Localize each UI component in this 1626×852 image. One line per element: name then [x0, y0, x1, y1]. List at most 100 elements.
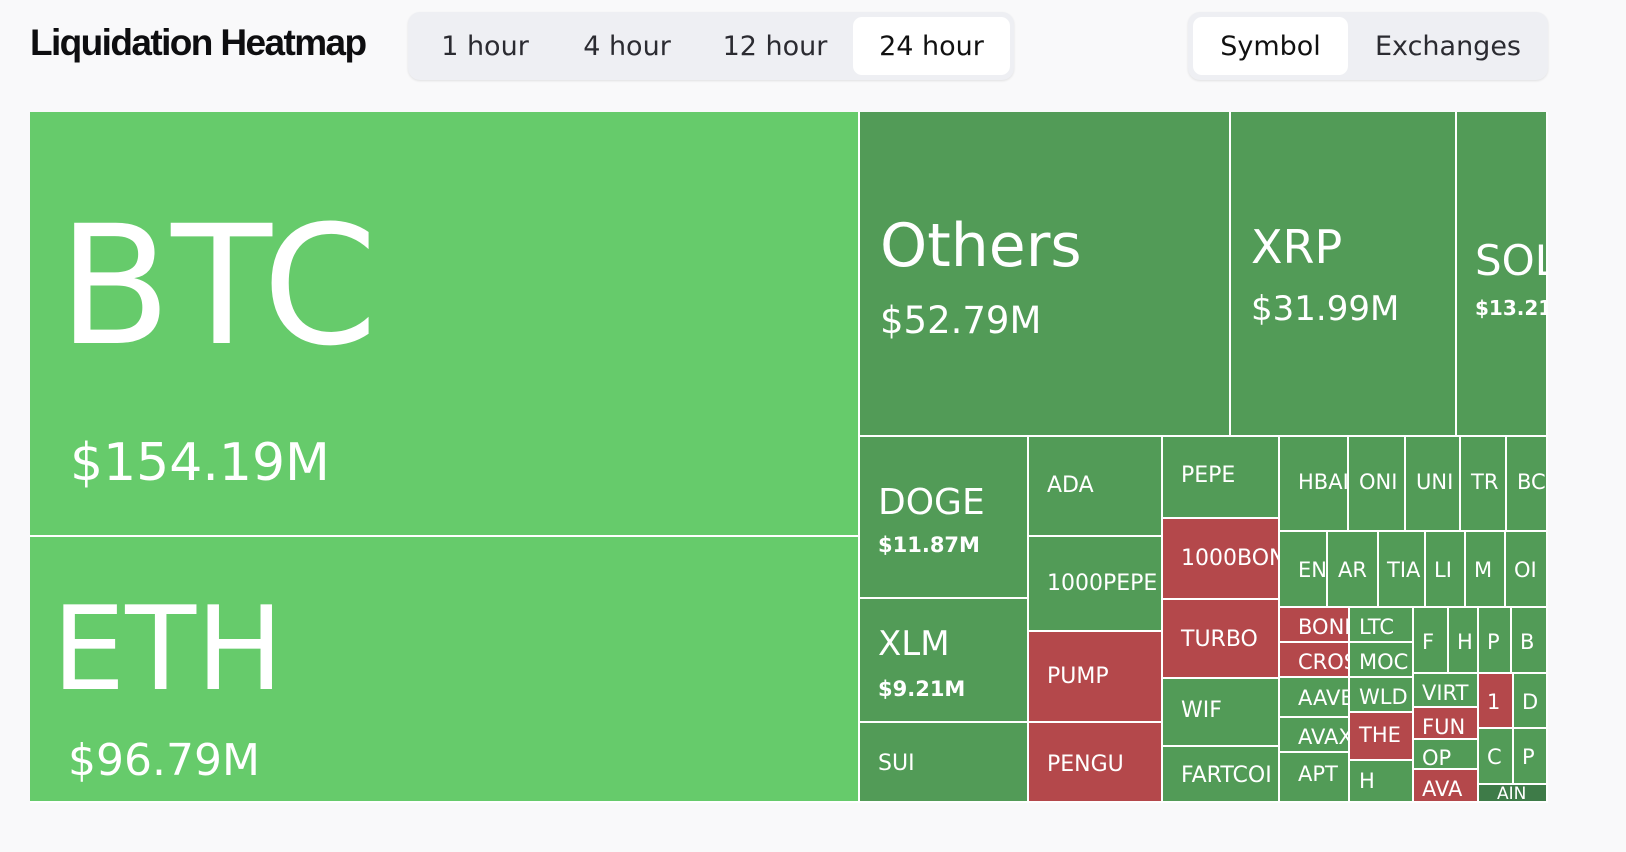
tile-symbol: FUN: [1422, 715, 1466, 739]
tile-symbol: C: [1487, 745, 1502, 769]
tile-symbol: CROS: [1298, 650, 1348, 674]
tile-symbol: VIRT: [1422, 681, 1469, 705]
tile-symbol: AVA: [1422, 777, 1463, 801]
heatmap-tile-ada[interactable]: ADA: [1029, 437, 1163, 537]
heatmap-tile-d[interactable]: D: [1514, 674, 1548, 729]
heatmap-tile-op[interactable]: OP: [1414, 740, 1479, 770]
tile-symbol: TIA: [1387, 558, 1421, 582]
tile-symbol: 1000PEPE: [1047, 571, 1158, 596]
heatmap-tile-f[interactable]: F: [1414, 608, 1449, 674]
heatmap-tile-pepe[interactable]: PEPE: [1163, 437, 1280, 519]
tile-value: $31.99M: [1251, 289, 1400, 329]
heatmap-tile-1[interactable]: 1: [1479, 674, 1514, 729]
heatmap-tile-b[interactable]: B: [1512, 608, 1548, 674]
heatmap-tile-the[interactable]: THE: [1350, 713, 1414, 761]
heatmap-tile-1000bon[interactable]: 1000BON: [1163, 519, 1280, 600]
heatmap-tile-li[interactable]: LI: [1426, 532, 1466, 608]
heatmap-tile-xlm[interactable]: XLM $9.21M: [860, 599, 1029, 723]
tab-1-hour[interactable]: 1 hour: [426, 17, 544, 75]
heatmap-tile-btc[interactable]: BTC $154.19M: [30, 112, 860, 537]
tile-symbol: AIN: [1497, 785, 1527, 803]
tile-symbol: LTC: [1359, 615, 1395, 639]
tab-24-hour[interactable]: 24 hour: [853, 17, 1010, 75]
time-range-selector: 1 hour 4 hour 12 hour 24 hour: [408, 12, 1014, 80]
tile-symbol: AR: [1338, 558, 1367, 582]
heatmap-tile-doge[interactable]: DOGE $11.87M: [860, 437, 1029, 599]
tile-symbol: BONI: [1298, 615, 1350, 639]
tile-symbol: TR: [1471, 470, 1499, 494]
tile-value: $11.87M: [878, 533, 980, 557]
heatmap-tile-avax[interactable]: AVAX: [1280, 718, 1350, 753]
heatmap-tile-h[interactable]: H: [1350, 761, 1414, 803]
view-selector: Symbol Exchanges: [1188, 12, 1548, 80]
heatmap-tile-ltc[interactable]: LTC: [1350, 608, 1414, 643]
heatmap-tile-turbo[interactable]: TURBO: [1163, 600, 1280, 679]
tile-symbol: 1000BON: [1181, 546, 1280, 571]
heatmap-tile-ava[interactable]: AVA: [1414, 770, 1479, 803]
heatmap-tile-xrp[interactable]: XRP $31.99M: [1231, 112, 1457, 437]
tile-symbol: AAVE: [1298, 686, 1350, 710]
tile-symbol: 1: [1487, 690, 1501, 714]
heatmap-tile-apt[interactable]: APT: [1280, 753, 1350, 803]
tile-symbol: H: [1359, 769, 1375, 793]
tile-symbol: M: [1474, 558, 1493, 582]
page-title: Liquidation Heatmap: [30, 22, 367, 63]
heatmap-tile-fartcoi[interactable]: FARTCOI: [1163, 747, 1280, 803]
tile-value: $13.21: [1475, 296, 1548, 320]
tile-symbol: PENGU: [1047, 752, 1124, 777]
heatmap-tile-wif[interactable]: WIF: [1163, 679, 1280, 747]
tile-symbol: P: [1522, 745, 1535, 769]
heatmap-tile-tr[interactable]: TR: [1461, 437, 1507, 532]
tile-symbol: XRP: [1251, 220, 1343, 274]
heatmap-tile-uni[interactable]: UNI: [1406, 437, 1461, 532]
heatmap-tile-aave[interactable]: AAVE: [1280, 678, 1350, 718]
heatmap-tile-h[interactable]: H: [1449, 608, 1479, 674]
tile-symbol: LI: [1434, 558, 1452, 582]
heatmap-tile-fun[interactable]: FUN: [1414, 708, 1479, 740]
tab-symbol[interactable]: Symbol: [1193, 17, 1348, 75]
heatmap-tile-hbai[interactable]: HBAI: [1280, 437, 1349, 532]
heatmap-tile-1000pepe[interactable]: 1000PEPE: [1029, 537, 1163, 632]
heatmap-tile-cros[interactable]: CROS: [1280, 643, 1350, 678]
heatmap-tile-sui[interactable]: SUI: [860, 723, 1029, 803]
heatmap-tile-oni[interactable]: ONI: [1349, 437, 1406, 532]
tile-symbol: BTC: [58, 190, 378, 382]
heatmap-tile-sol[interactable]: SOL $13.21: [1457, 112, 1548, 437]
tile-symbol: TURBO: [1181, 627, 1258, 652]
tab-4-hour[interactable]: 4 hour: [568, 17, 686, 75]
heatmap-tile-virt[interactable]: VIRT: [1414, 674, 1479, 708]
heatmap-tile-others[interactable]: Others $52.79M: [860, 112, 1231, 437]
tile-symbol: XLM: [878, 624, 950, 664]
tile-symbol: THE: [1359, 723, 1401, 747]
heatmap-tile-tia[interactable]: TIA: [1379, 532, 1426, 608]
tile-symbol: BC: [1517, 470, 1546, 494]
heatmap-tile-en[interactable]: EN: [1280, 532, 1328, 608]
tile-symbol: ONI: [1359, 470, 1398, 494]
heatmap-tile-c[interactable]: C: [1479, 729, 1514, 785]
heatmap-tile-ain[interactable]: AIN: [1479, 785, 1548, 803]
tile-value: $96.79M: [68, 735, 260, 786]
tile-symbol: OP: [1422, 746, 1452, 770]
tile-value: $154.19M: [70, 433, 330, 493]
heatmap-tile-pump[interactable]: PUMP: [1029, 632, 1163, 723]
tile-symbol: SOL: [1475, 236, 1546, 285]
tile-value: $52.79M: [880, 299, 1042, 342]
tile-symbol: UNI: [1416, 470, 1454, 494]
heatmap-tile-oi[interactable]: OI: [1506, 532, 1548, 608]
heatmap-tile-bc[interactable]: BC: [1507, 437, 1548, 532]
heatmap-tile-moc[interactable]: MOC: [1350, 643, 1414, 678]
heatmap-tile-m[interactable]: M: [1466, 532, 1506, 608]
heatmap-tile-ar[interactable]: AR: [1328, 532, 1379, 608]
heatmap-tile-p[interactable]: P: [1479, 608, 1512, 674]
heatmap-tile-eth[interactable]: ETH $96.79M: [30, 537, 860, 803]
tile-symbol: D: [1522, 690, 1539, 714]
heatmap-tile-wld[interactable]: WLD: [1350, 678, 1414, 713]
tile-symbol: ADA: [1047, 473, 1094, 498]
tile-symbol: SUI: [878, 751, 915, 776]
heatmap-tile-p[interactable]: P: [1514, 729, 1548, 785]
tile-symbol: F: [1422, 630, 1435, 654]
heatmap-tile-pengu[interactable]: PENGU: [1029, 723, 1163, 803]
tab-12-hour[interactable]: 12 hour: [710, 17, 840, 75]
heatmap-tile-boni[interactable]: BONI: [1280, 608, 1350, 643]
tab-exchanges[interactable]: Exchanges: [1358, 17, 1538, 75]
